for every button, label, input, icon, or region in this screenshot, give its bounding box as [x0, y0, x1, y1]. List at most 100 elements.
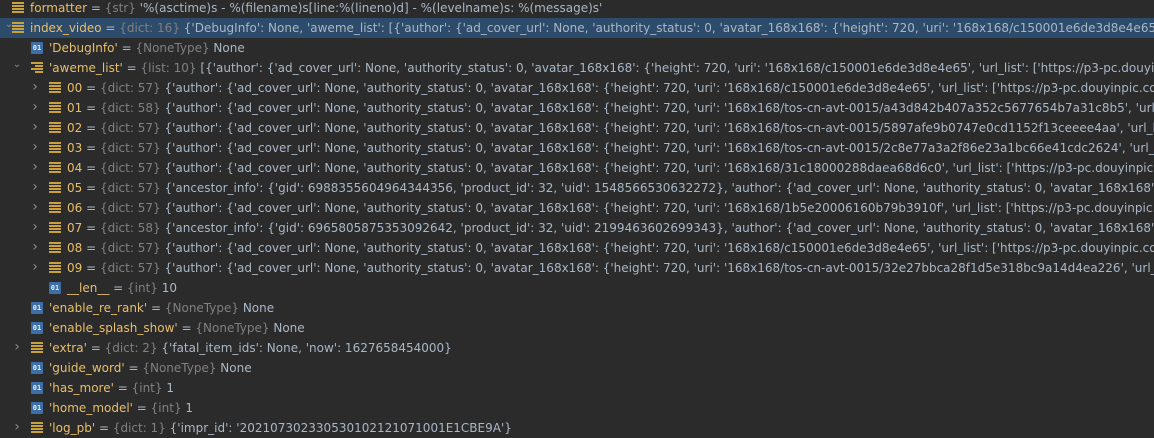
tree-row-text: 03 = {dict: 57} {'author': {'ad_cover_ur… — [67, 138, 1154, 158]
equals-sign: = — [82, 141, 100, 155]
tree-row[interactable]: › 04 = {dict: 57} {'author': {'ad_cover_u… — [0, 158, 1154, 178]
tree-row[interactable]: › 00 = {dict: 57} {'author': {'ad_cover_u… — [0, 78, 1154, 98]
tree-row[interactable]: 01 'has_more' = {int} 1 — [0, 378, 1154, 398]
type-annotation: {dict: 16} — [119, 21, 184, 35]
chevron-down-icon[interactable]: ⌄ — [12, 58, 22, 78]
dict-icon — [49, 222, 61, 234]
tree-row[interactable]: › 'extra' = {dict: 2} {'fatal_item_ids': … — [0, 338, 1154, 358]
tree-row[interactable]: › 03 = {dict: 57} {'author': {'ad_cover_u… — [0, 138, 1154, 158]
variable-value: {'author': {'ad_cover_url': None, 'autho… — [164, 81, 1154, 95]
dict-icon — [49, 182, 61, 194]
type-annotation: {NoneType} — [164, 301, 243, 315]
chevron-right-icon[interactable]: › — [30, 178, 40, 198]
variable-name: 'aweme_list' — [49, 61, 123, 75]
type-annotation: {str} — [104, 1, 140, 15]
variable-value: {'author': {'ad_cover_url': None, 'autho… — [164, 161, 1154, 175]
variables-tree: formatter = {str} '%(asctime)s - %(filen… — [0, 0, 1154, 438]
tree-row[interactable]: 01 __len__ = {int} 10 — [0, 278, 1154, 298]
tree-row-text: 04 = {dict: 57} {'author': {'ad_cover_ur… — [67, 158, 1154, 178]
primitive-icon: 01 — [31, 42, 43, 54]
variable-name: __len__ — [67, 281, 110, 295]
chevron-right-icon[interactable]: › — [30, 258, 40, 278]
tree-row[interactable]: › 'log_pb' = {dict: 1} {'impr_id': '20210… — [0, 418, 1154, 438]
equals-sign: = — [87, 1, 105, 15]
tree-row[interactable]: › 06 = {dict: 57} {'author': {'ad_cover_u… — [0, 198, 1154, 218]
tree-row[interactable]: formatter = {str} '%(asctime)s - %(filen… — [0, 0, 1154, 18]
variable-name: 'home_model' — [49, 401, 133, 415]
equals-sign: = — [109, 281, 128, 295]
dict-icon — [12, 22, 24, 34]
primitive-icon: 01 — [49, 282, 61, 294]
primitive-icon: 01 — [31, 402, 43, 414]
variable-name: 'log_pb' — [49, 421, 96, 435]
tree-row-text: 02 = {dict: 57} {'author': {'ad_cover_ur… — [67, 118, 1154, 138]
chevron-right-icon[interactable]: › — [30, 198, 40, 218]
tree-row-text: 'enable_re_rank' = {NoneType} None — [49, 298, 274, 318]
variable-value: [{'author': {'ad_cover_url': None, 'auth… — [200, 61, 1154, 75]
type-annotation: {dict: 2} — [104, 341, 162, 355]
chevron-right-icon[interactable]: › — [30, 238, 40, 258]
tree-row[interactable]: ⌄ 'aweme_list' = {list: 10} [{'author': {… — [0, 58, 1154, 78]
variable-value: 1 — [166, 381, 174, 395]
tree-row[interactable]: › 07 = {dict: 58} {'ancestor_info': {'gid… — [0, 218, 1154, 238]
tree-row[interactable]: 01 'guide_word' = {NoneType} None — [0, 358, 1154, 378]
chevron-right-icon[interactable]: › — [30, 78, 40, 98]
type-annotation: {int} — [131, 381, 167, 395]
chevron-right-icon[interactable]: › — [12, 418, 22, 438]
chevron-right-icon[interactable]: › — [30, 118, 40, 138]
tree-row[interactable]: › 02 = {dict: 57} {'author': {'ad_cover_u… — [0, 118, 1154, 138]
chevron-right-icon[interactable]: › — [12, 338, 22, 358]
variable-name: 05 — [67, 181, 83, 195]
tree-row-text: 05 = {dict: 57} {'ancestor_info': {'gid'… — [67, 178, 1154, 198]
tree-row-text: 'enable_splash_show' = {NoneType} None — [49, 318, 305, 338]
dict-icon — [49, 122, 61, 134]
type-annotation: {dict: 58} — [99, 221, 165, 235]
tree-row-text: 01 = {dict: 58} {'author': {'ad_cover_ur… — [67, 98, 1154, 118]
primitive-icon: 01 — [31, 322, 43, 334]
tree-row[interactable]: ⌄ index_video = {dict: 16} {'DebugInfo': … — [0, 18, 1154, 38]
dict-icon — [49, 242, 61, 254]
variable-name: 09 — [67, 261, 83, 275]
tree-row-text: 'guide_word' = {NoneType} None — [49, 358, 252, 378]
chevron-right-icon[interactable]: › — [30, 138, 40, 158]
variable-name: 06 — [67, 201, 83, 215]
variable-name: 02 — [67, 121, 83, 135]
chevron-right-icon[interactable]: › — [30, 98, 40, 118]
dict-icon — [31, 342, 43, 354]
equals-sign: = — [113, 381, 132, 395]
variable-name: 08 — [67, 241, 83, 255]
type-annotation: {dict: 57} — [99, 181, 165, 195]
variable-value: None — [213, 41, 245, 55]
chevron-right-icon[interactable]: › — [30, 218, 40, 238]
dict-icon — [31, 422, 43, 434]
equals-sign: = — [95, 421, 113, 435]
tree-row[interactable]: 01 'DebugInfo' = {NoneType} None — [0, 38, 1154, 58]
variable-name: 'enable_splash_show' — [49, 321, 178, 335]
primitive-icon: 01 — [31, 362, 43, 374]
equals-sign: = — [82, 121, 100, 135]
variable-value: {'author': {'ad_cover_url': None, 'autho… — [164, 121, 1154, 135]
tree-row[interactable]: 01 'enable_re_rank' = {NoneType} None — [0, 298, 1154, 318]
tree-row-text: 'aweme_list' = {list: 10} [{'author': {'… — [49, 58, 1154, 78]
tree-row-text: __len__ = {int} 10 — [67, 278, 177, 298]
variable-name: 07 — [67, 221, 83, 235]
tree-row-text: 08 = {dict: 57} {'author': {'ad_cover_ur… — [67, 238, 1154, 258]
equals-sign: = — [177, 321, 196, 335]
tree-row[interactable]: › 09 = {dict: 57} {'author': {'ad_cover_u… — [0, 258, 1154, 278]
tree-row[interactable]: › 05 = {dict: 57} {'ancestor_info': {'gid… — [0, 178, 1154, 198]
variable-name: 03 — [67, 141, 83, 155]
tree-row[interactable]: 01 'home_model' = {int} 1 — [0, 398, 1154, 418]
tree-row[interactable]: 01 'enable_splash_show' = {NoneType} None — [0, 318, 1154, 338]
dict-icon — [49, 202, 61, 214]
variable-name: formatter — [30, 1, 88, 15]
tree-row[interactable]: › 01 = {dict: 58} {'author': {'ad_cover_u… — [0, 98, 1154, 118]
dict-icon — [49, 102, 61, 114]
equals-sign: = — [82, 101, 100, 115]
tree-row-text: 'has_more' = {int} 1 — [49, 378, 174, 398]
type-annotation: {NoneType} — [142, 361, 221, 375]
type-annotation: {dict: 57} — [99, 141, 165, 155]
tree-row[interactable]: › 08 = {dict: 57} {'author': {'ad_cover_u… — [0, 238, 1154, 258]
chevron-right-icon[interactable]: › — [30, 158, 40, 178]
equals-sign: = — [82, 161, 100, 175]
type-annotation: {int} — [150, 401, 186, 415]
